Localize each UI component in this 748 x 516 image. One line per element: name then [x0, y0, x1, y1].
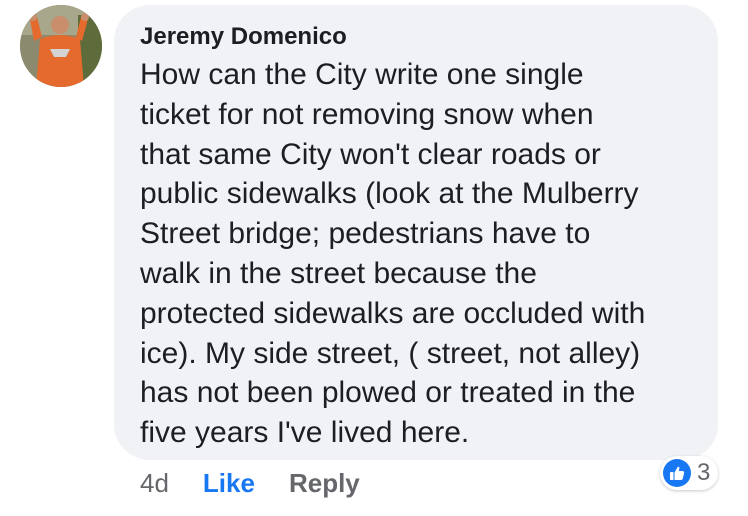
thumbs-up-icon: [663, 459, 691, 487]
comment-text: How can the City write one single ticket…: [140, 55, 710, 453]
comment-bubble: Jeremy Domenico How can the City write o…: [114, 5, 718, 460]
comment-text-line: five years I've lived here.: [140, 416, 470, 450]
comment-text-line: has not been plowed or treated in the: [140, 376, 636, 410]
like-button[interactable]: Like: [203, 468, 255, 499]
reaction-count: 3: [697, 459, 711, 486]
reaction-summary[interactable]: 3: [660, 456, 719, 490]
avatar-photo: [20, 5, 102, 87]
comment-timestamp[interactable]: 4d: [140, 468, 169, 499]
avatar[interactable]: [20, 5, 102, 87]
comment-text-line: walk in the street because the: [140, 256, 537, 290]
comment-author[interactable]: Jeremy Domenico: [140, 23, 347, 51]
comment-actions: 4d Like Reply: [140, 468, 360, 499]
comment-text-line: public sidewalks (look at the Mulberry: [140, 177, 639, 211]
comment-text-line: ice). My side street, ( street, not alle…: [140, 336, 641, 370]
comment-text-line: ticket for not removing snow when: [140, 97, 594, 131]
comment-text-line: How can the City write one single: [140, 58, 584, 91]
comment-text-line: protected sidewalks are occluded with: [140, 296, 646, 330]
reply-button[interactable]: Reply: [289, 468, 360, 499]
comment-text-line: Street bridge; pedestrians have to: [140, 217, 591, 251]
comment-text-line: that same City won't clear roads or: [140, 137, 601, 171]
